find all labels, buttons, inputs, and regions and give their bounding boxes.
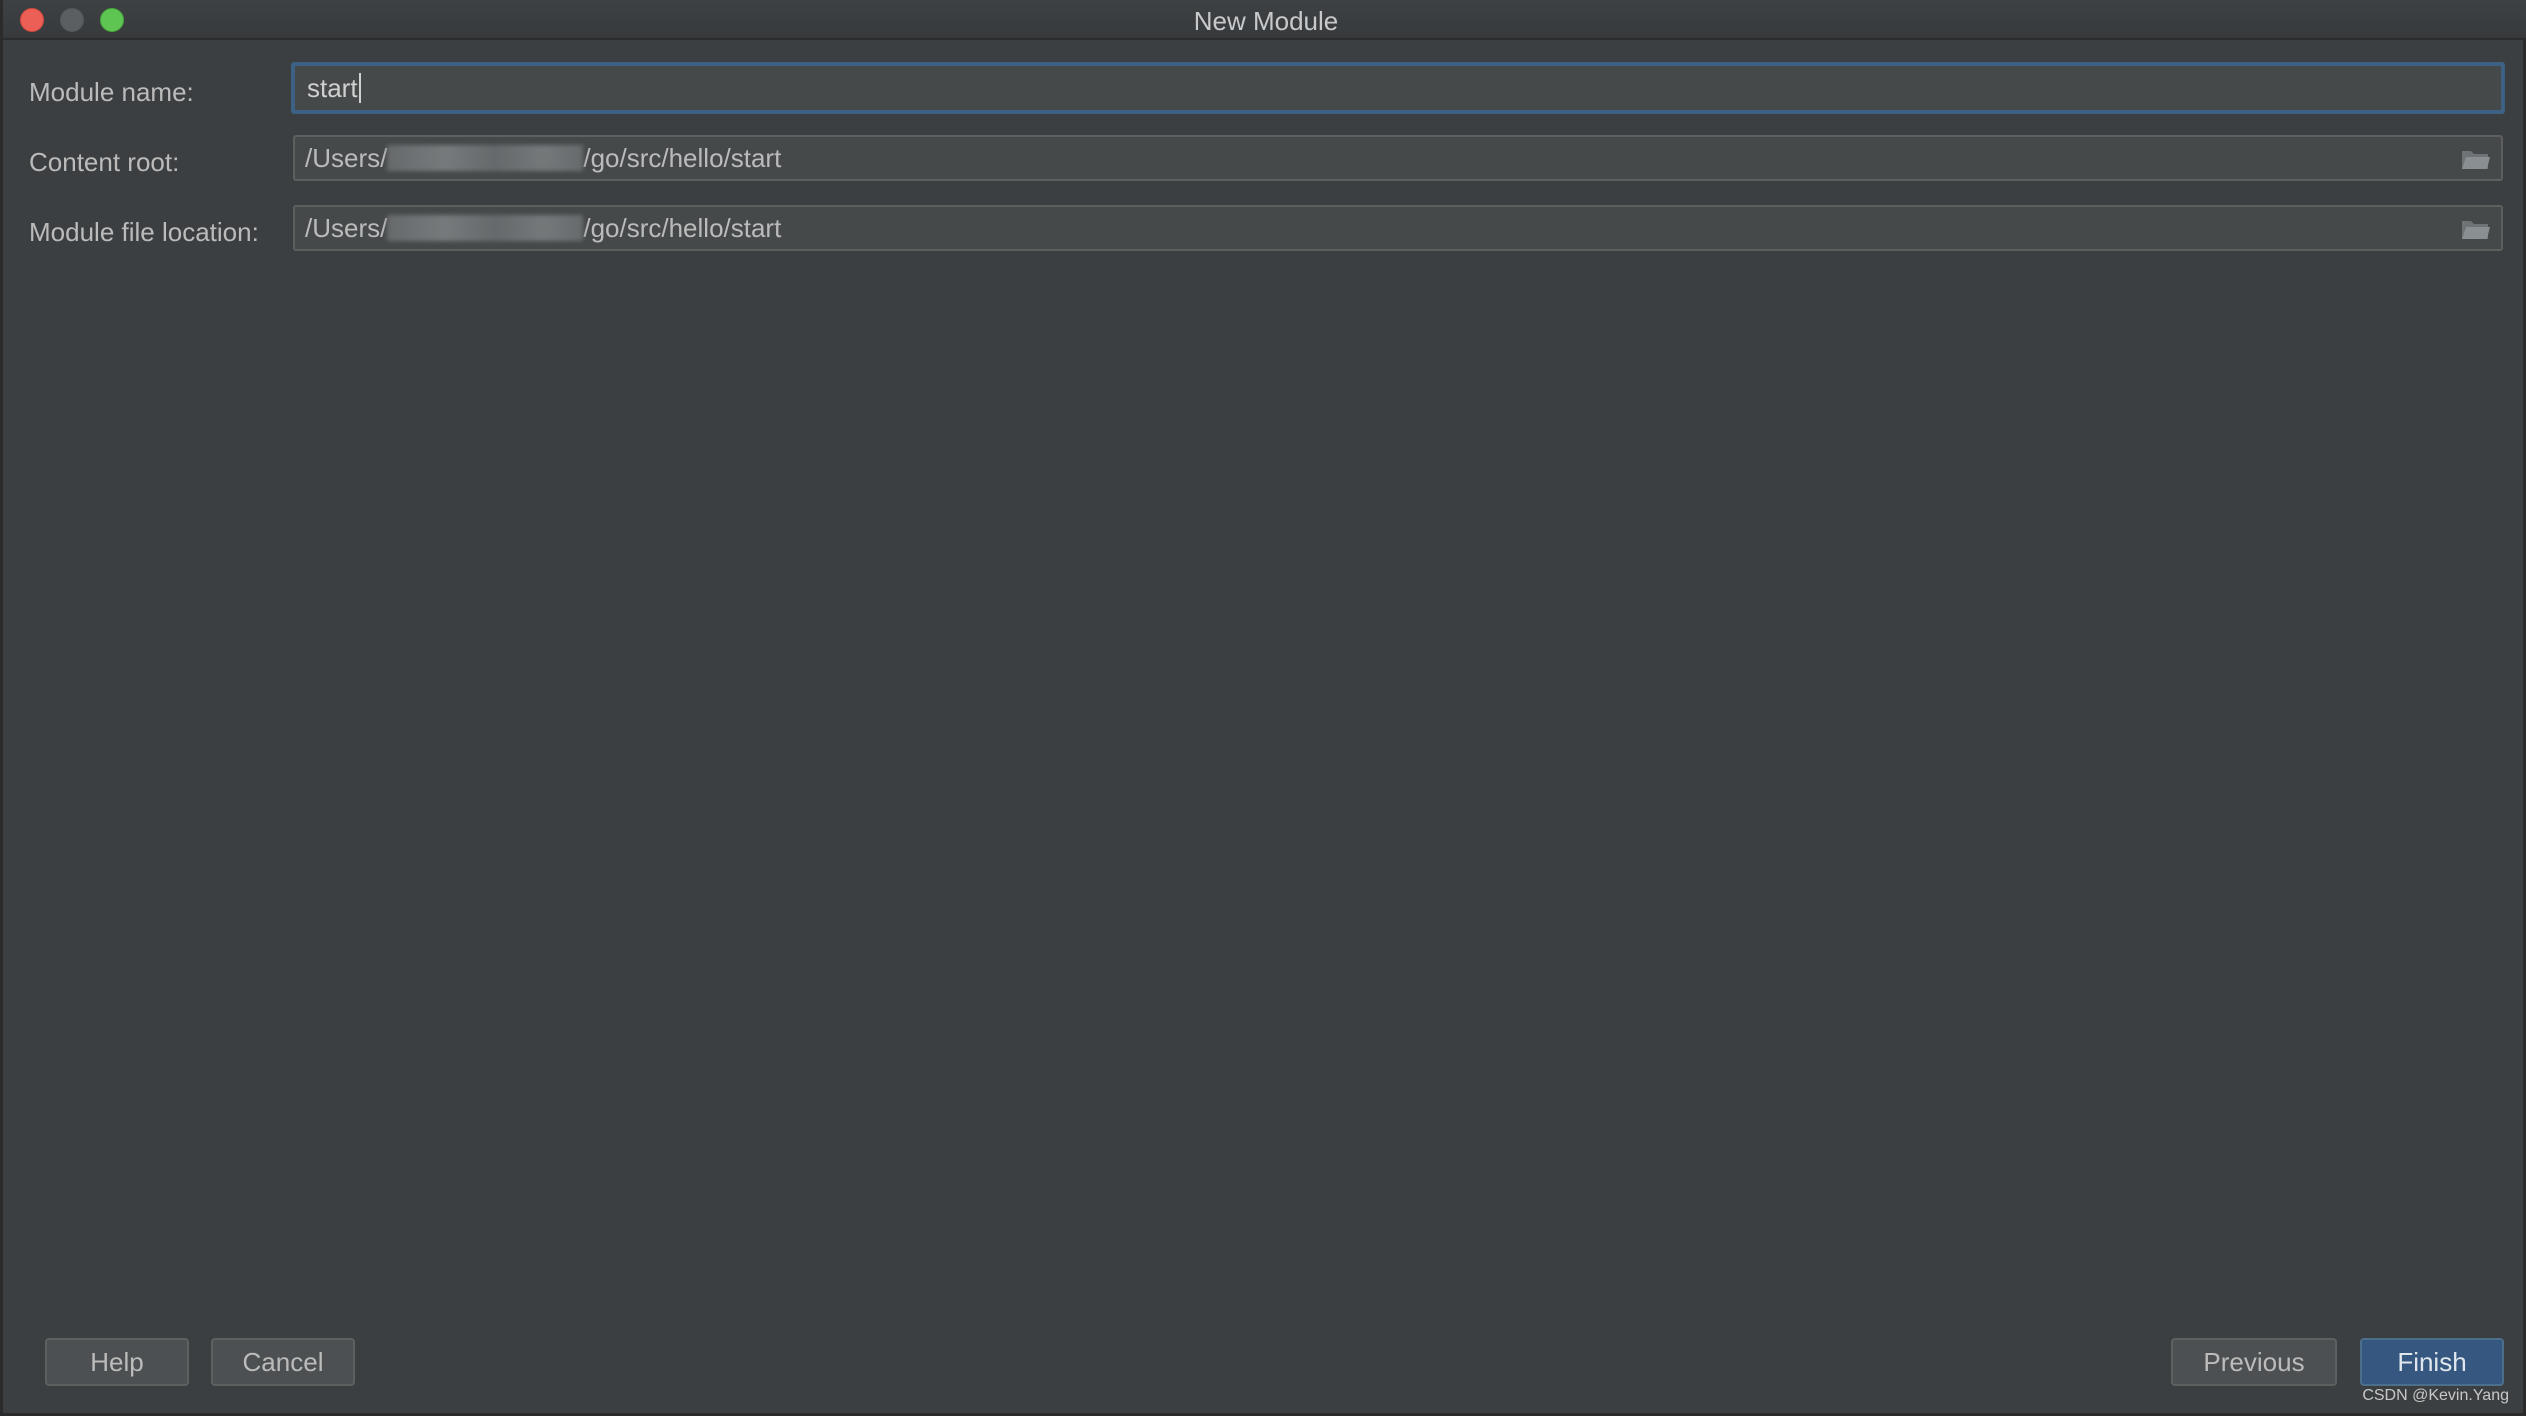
window-title: New Module xyxy=(1193,6,1339,36)
content-root-label: Content root: xyxy=(29,147,180,177)
content-root-path-prefix: /Users/ xyxy=(305,143,388,173)
text-caret xyxy=(358,73,361,104)
module-file-location-label: Module file location: xyxy=(29,217,259,247)
folder-icon[interactable] xyxy=(2461,147,2491,171)
content-root-input[interactable]: /Users/ /go/src/hello/start xyxy=(293,135,2503,181)
redacted-username xyxy=(387,215,584,242)
title-bar: New Module xyxy=(3,0,2526,40)
folder-icon[interactable] xyxy=(2461,217,2491,241)
redacted-username xyxy=(387,145,584,172)
watermark: CSDN @Kevin.Yang xyxy=(2362,1387,2509,1404)
module-file-location-input[interactable]: /Users/ /go/src/hello/start xyxy=(293,205,2503,251)
module-file-location-path-prefix: /Users/ xyxy=(305,213,388,243)
previous-button[interactable]: Previous xyxy=(2171,1338,2337,1386)
finish-button[interactable]: Finish xyxy=(2360,1338,2504,1386)
content-root-path-suffix: /go/src/hello/start xyxy=(583,143,782,173)
module-file-location-path-suffix: /go/src/hello/start xyxy=(583,213,782,243)
help-button[interactable]: Help xyxy=(45,1338,189,1386)
module-name-label: Module name: xyxy=(29,77,194,107)
module-name-input[interactable]: start xyxy=(291,62,2505,114)
module-name-value: start xyxy=(307,73,358,103)
new-module-dialog: New Module Module name: start Content ro… xyxy=(0,0,2526,1416)
cancel-button[interactable]: Cancel xyxy=(211,1338,355,1386)
